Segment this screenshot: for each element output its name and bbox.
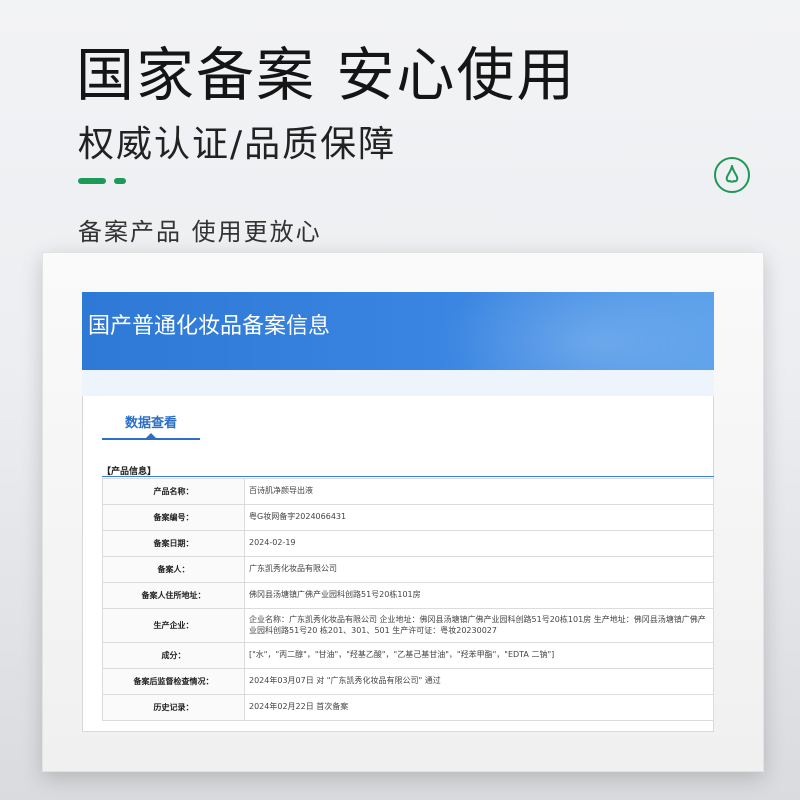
row-label: 产品名称： xyxy=(102,478,245,505)
row-label: 生产企业： xyxy=(102,608,245,643)
photo-frame: 国产普通化妆品备案信息 数据查看 【产品信息】 产品名称： 百诗肌净颜导出液 备案编… xyxy=(42,252,764,772)
row-value: 佛冈县汤塘镇广佛产业园科创路51号20栋101房 xyxy=(244,582,714,609)
nose-icon xyxy=(714,157,750,193)
row-value: ["水"，"丙二醇"，"甘油"，"羟基乙酸"，"乙基己基甘油"，"羟苯甲酯"，"… xyxy=(244,642,714,669)
tab-data-view[interactable]: 数据查看 xyxy=(102,412,200,431)
row-value: 广东凯秀化妆品有限公司 xyxy=(244,556,714,583)
table-row: 成分： ["水"，"丙二醇"，"甘油"，"羟基乙酸"，"乙基己基甘油"，"羟苯甲酯… xyxy=(102,642,714,669)
row-label: 历史记录： xyxy=(102,694,245,721)
row-value: 百诗肌净颜导出液 xyxy=(244,478,714,505)
hero-tagline: 备案产品 使用更放心 xyxy=(78,218,322,246)
row-value: 2024-02-19 xyxy=(244,530,714,557)
tab-bar: 数据查看 xyxy=(82,396,714,446)
row-value: 2024年02月22日 首次备案 xyxy=(244,694,714,721)
row-value: 企业名称：广东凯秀化妆品有限公司 企业地址：佛冈县汤塘镇广佛产业园科创路51号2… xyxy=(244,608,714,643)
table-row: 备案人住所地址： 佛冈县汤塘镇广佛产业园科创路51号20栋101房 xyxy=(102,582,714,609)
section-divider xyxy=(102,476,714,477)
table-row: 生产企业： 企业名称：广东凯秀化妆品有限公司 企业地址：佛冈县汤塘镇广佛产业园科创… xyxy=(102,608,714,643)
hero-title: 国家备案 安心使用 xyxy=(76,41,577,109)
banner-band xyxy=(82,370,714,396)
table-row: 历史记录： 2024年02月22日 首次备案 xyxy=(102,694,714,721)
row-value: 2024年03月07日 对 "广东凯秀化妆品有限公司" 通过 xyxy=(244,668,714,695)
accent-bar-long xyxy=(78,178,106,184)
table-row: 产品名称： 百诗肌净颜导出液 xyxy=(102,478,714,505)
row-label: 备案后监督检查情况： xyxy=(102,668,245,695)
row-label: 备案日期： xyxy=(102,530,245,557)
product-info-table: 产品名称： 百诗肌净颜导出液 备案编号： 粤G妆网备字2024066431 备案日期： 2… xyxy=(102,478,714,721)
banner-title: 国产普通化妆品备案信息 xyxy=(88,314,331,339)
table-row: 备案后监督检查情况： 2024年03月07日 对 "广东凯秀化妆品有限公司" 通过 xyxy=(102,668,714,695)
row-label: 备案人住所地址： xyxy=(102,582,245,609)
table-row: 备案编号： 粤G妆网备字2024066431 xyxy=(102,504,714,531)
registry-banner: 国产普通化妆品备案信息 xyxy=(82,292,714,370)
row-value: 粤G妆网备字2024066431 xyxy=(244,504,714,531)
table-row: 备案日期： 2024-02-19 xyxy=(102,530,714,557)
accent-bar-short xyxy=(114,178,126,184)
row-label: 备案人： xyxy=(102,556,245,583)
hero-subtitle: 权威认证/品质保障 xyxy=(78,124,397,165)
registry-screen: 国产普通化妆品备案信息 数据查看 【产品信息】 产品名称： 百诗肌净颜导出液 备案编… xyxy=(82,292,714,732)
row-label: 成分： xyxy=(102,642,245,669)
tab-underline xyxy=(102,438,200,440)
row-label: 备案编号： xyxy=(102,504,245,531)
table-row: 备案人： 广东凯秀化妆品有限公司 xyxy=(102,556,714,583)
